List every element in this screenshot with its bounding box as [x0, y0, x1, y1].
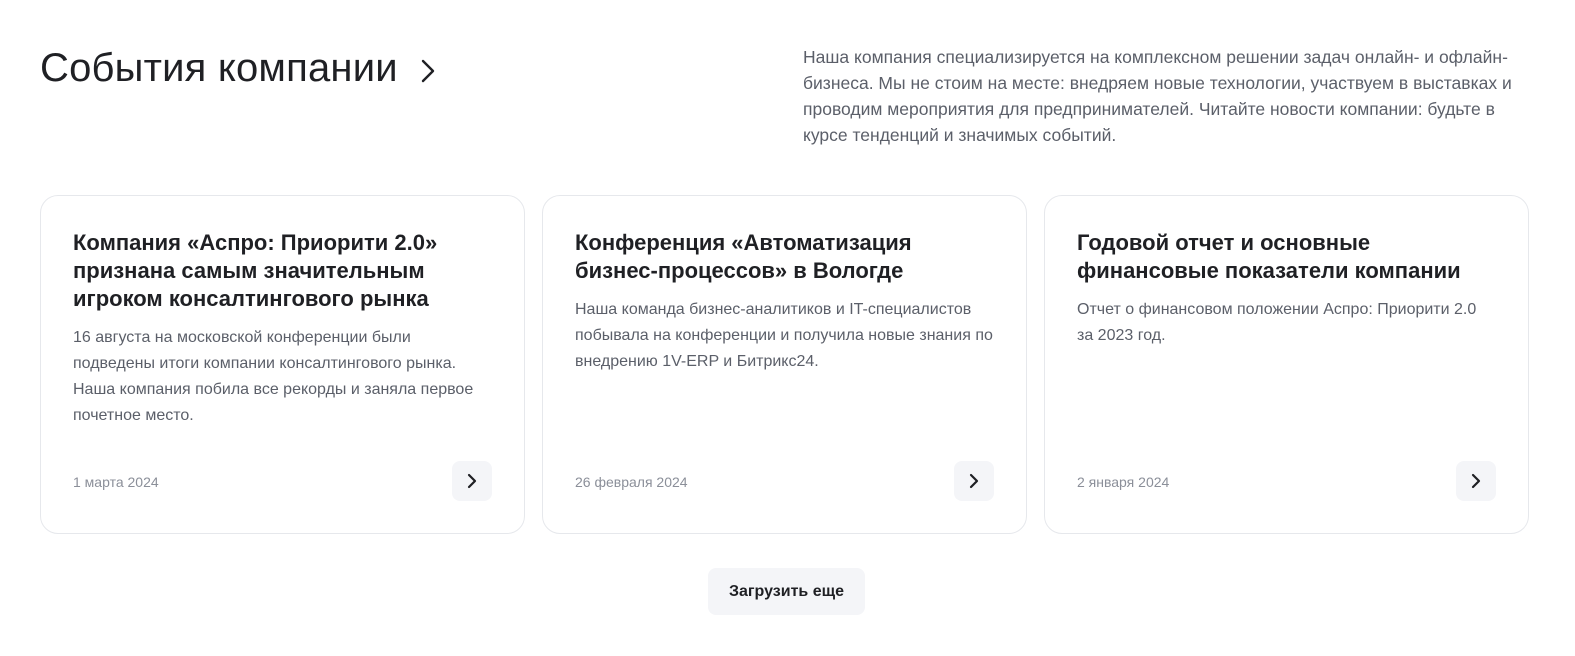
load-more-button[interactable]: Загрузить еще — [708, 568, 865, 615]
news-card-text: Отчет о финансовом положении Аспро: Прио… — [1077, 301, 1477, 344]
news-card[interactable]: Годовой отчет и основные финансовые пока… — [1044, 195, 1529, 534]
news-card-date: 26 февраля 2024 — [575, 474, 688, 490]
news-card-open-button[interactable] — [1456, 461, 1496, 501]
news-card-text: Наша команда бизнес-аналитиков и IT-спец… — [575, 301, 993, 370]
news-card-text: 16 августа на московской конференции был… — [73, 329, 474, 424]
section-description: Наша компания специализируется на компле… — [803, 47, 1512, 145]
news-card-date: 1 марта 2024 — [73, 474, 159, 490]
news-card[interactable]: Конференция «Автоматизация бизнес-процес… — [542, 195, 1027, 534]
chevron-right-icon — [466, 472, 478, 490]
news-card[interactable]: Компания «Аспро: Приорити 2.0» признана … — [40, 195, 525, 534]
news-card-open-button[interactable] — [452, 461, 492, 501]
news-card-date: 2 января 2024 — [1077, 474, 1170, 490]
chevron-right-icon — [1470, 472, 1482, 490]
chevron-right-icon — [968, 472, 980, 490]
news-card-list: Компания «Аспро: Приорити 2.0» признана … — [40, 195, 1529, 534]
news-card-title[interactable]: Конференция «Автоматизация бизнес-процес… — [575, 228, 994, 285]
news-card-title[interactable]: Компания «Аспро: Приорити 2.0» признана … — [73, 228, 492, 313]
chevron-right-icon — [416, 59, 440, 83]
section-header-link[interactable]: События компании — [40, 40, 440, 96]
news-card-title[interactable]: Годовой отчет и основные финансовые пока… — [1077, 228, 1496, 285]
page-title: События компании — [40, 46, 398, 90]
news-card-open-button[interactable] — [954, 461, 994, 501]
